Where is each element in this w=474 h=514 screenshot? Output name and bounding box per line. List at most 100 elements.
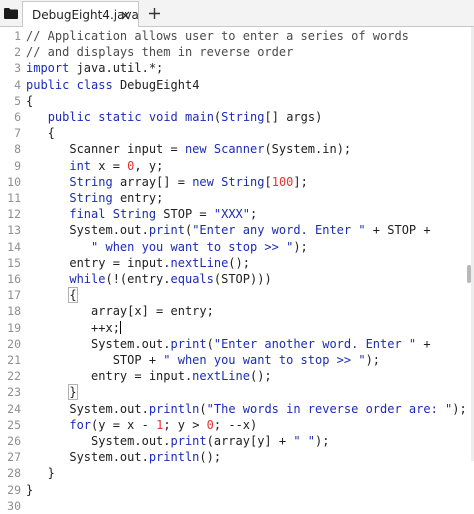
line-number: 8 [14, 142, 21, 157]
code-line[interactable]: 10 String array[] = new String[100]; [0, 174, 474, 190]
code-line[interactable]: 20 System.out.print("Enter another word.… [0, 336, 474, 352]
code-token: + [416, 336, 431, 351]
code-text: for(y = x - 1; y > 0; --x) [26, 417, 257, 433]
code-token: nextLine [170, 255, 229, 270]
code-line[interactable]: 13 System.out.print("Enter any word. Ent… [0, 222, 474, 238]
code-line[interactable]: 1 // Application allows user to enter a s… [0, 28, 474, 44]
code-token: println [148, 450, 200, 465]
code-editor[interactable]: 1 // Application allows user to enter a s… [0, 27, 474, 513]
line-number: 9 [14, 158, 21, 173]
code-token: ; [250, 207, 258, 222]
code-text: import java.util.*; [26, 60, 163, 76]
code-line[interactable]: 11 String entry; [0, 190, 474, 206]
code-line[interactable]: 27 System.out.println(); [0, 449, 474, 465]
code-text: String entry; [26, 190, 163, 206]
code-line[interactable]: 28 } [0, 465, 474, 481]
code-line[interactable]: 8 Scanner input = new Scanner(System.in)… [0, 141, 474, 157]
line-number: 24 [7, 401, 21, 416]
code-token: ( [199, 401, 207, 416]
code-line[interactable]: 29} [0, 482, 474, 498]
code-text: // Application allows user to enter a se… [26, 28, 409, 44]
code-token: (System.in); [264, 142, 352, 157]
code-token: String [69, 174, 113, 189]
code-text: System.out.print("Enter any word. Enter … [26, 222, 430, 238]
code-token: ]; [293, 174, 308, 189]
code-token: " when you want to stop >> " [163, 353, 366, 367]
code-token: String [221, 110, 265, 124]
line-number: 27 [7, 450, 21, 465]
code-line[interactable]: 5{ [0, 93, 474, 109]
code-line[interactable]: 2 // and displays them in reverse order [0, 44, 474, 60]
code-line[interactable]: 18 array[x] = entry; [0, 303, 474, 319]
code-text: while(!(entry.equals(STOP))) [26, 271, 271, 287]
code-token: [] args) [264, 110, 323, 124]
code-token: (y = x - [91, 417, 157, 432]
code-token: DebugEight4 [112, 77, 200, 92]
code-token: println [148, 401, 200, 416]
folder-icon[interactable] [0, 0, 22, 26]
code-token: ); [293, 239, 308, 254]
code-line[interactable]: 7 { [0, 125, 474, 141]
code-text: System.out.print("Enter another word. En… [26, 336, 431, 352]
code-line[interactable]: 19 ++x; [0, 320, 474, 336]
line-number: 1 [14, 29, 21, 43]
code-line[interactable]: 23 } [0, 384, 474, 401]
code-token: { [26, 126, 55, 141]
code-token: ++x; [26, 320, 120, 335]
close-icon[interactable] [119, 9, 131, 21]
code-line[interactable]: 15 entry = input.nextLine(); [0, 255, 474, 271]
code-text: System.out.println(); [26, 449, 221, 465]
plus-icon[interactable] [145, 4, 163, 22]
code-token: Scanner input = [26, 142, 185, 157]
code-line[interactable]: 26 System.out.print(array[y] + " "); [0, 433, 474, 449]
line-number: 2 [14, 45, 21, 60]
code-line[interactable]: 16 while(!(entry.equals(STOP))) [0, 271, 474, 287]
line-number: 18 [7, 304, 21, 319]
line-number: 23 [7, 385, 21, 400]
scrollbar-thumb[interactable] [467, 265, 471, 283]
code-token: ( [206, 336, 214, 351]
code-token: { [68, 287, 78, 304]
code-token: // Application allows user to enter a se… [26, 29, 409, 43]
code-token: System.out. [26, 336, 171, 351]
code-line[interactable]: 4 public class DebugEight4 [0, 77, 474, 93]
code-text: String array[] = new String[100]; [26, 174, 308, 190]
line-number: 30 [7, 498, 21, 513]
line-number: 12 [7, 207, 21, 222]
line-number: 7 [14, 126, 21, 141]
code-line[interactable]: 25 for(y = x - 1; y > 0; --x) [0, 417, 474, 433]
code-token: void [148, 110, 178, 124]
tab-debugeight4[interactable]: DebugEight4.java [22, 1, 139, 27]
code-token: array[x] = entry; [26, 304, 214, 319]
code-token: "Enter another word. Enter " [213, 336, 417, 351]
code-token: Scanner [213, 142, 265, 157]
line-number: 20 [7, 336, 21, 351]
code-token: "The words in reverse order are: " [206, 401, 453, 416]
text-cursor [119, 320, 121, 334]
code-token: } [68, 384, 78, 401]
code-line[interactable]: 6 public static void main(String[] args) [0, 109, 474, 125]
code-token: System.out. [26, 434, 171, 448]
code-line[interactable]: 3 import java.util.*; [0, 60, 474, 76]
line-number: 14 [7, 239, 21, 254]
code-token: int [69, 158, 92, 173]
code-line[interactable]: 9 int x = 0, y; [0, 158, 474, 174]
code-line[interactable]: 17 { [0, 287, 474, 304]
code-line[interactable]: 14 " when you want to stop >> "); [0, 239, 474, 255]
code-text: " when you want to stop >> "); [26, 239, 308, 255]
code-line[interactable]: 22 entry = input.nextLine(); [0, 368, 474, 384]
code-token: x = [91, 158, 128, 173]
code-line[interactable]: 30 [0, 498, 474, 514]
code-token: public [47, 110, 92, 124]
code-line[interactable]: 12 final String STOP = "XXX"; [0, 206, 474, 222]
line-number: 5 [14, 93, 21, 108]
code-line[interactable]: 24 System.out.println("The words in reve… [0, 401, 474, 417]
line-number: 22 [7, 369, 21, 384]
code-text: public class DebugEight4 [26, 77, 199, 93]
code-line[interactable]: 21 STOP + " when you want to stop >> "); [0, 352, 474, 368]
